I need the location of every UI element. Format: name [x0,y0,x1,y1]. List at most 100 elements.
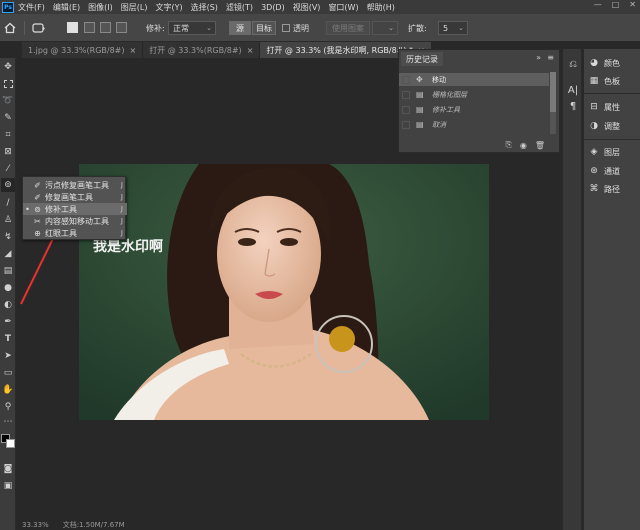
healing-brush-tool-item[interactable]: ✐ 修复画笔工具 J [23,191,127,203]
menu-edit[interactable]: 编辑(E) [53,2,80,13]
diffusion-select[interactable]: 5 ⌄ [438,21,468,35]
history-item[interactable]: ▤ 栅格化图层 [399,88,549,101]
close-window-icon[interactable]: ✕ [629,0,636,9]
flyout-item-label: 修补工具 [45,204,77,214]
panel-collapse-icon[interactable]: » [536,53,541,62]
content-aware-move-icon: ✂ [34,216,41,226]
dodge-tool-icon[interactable]: ◐ [1,298,15,312]
eyedropper-tool-icon[interactable]: ⁄ [1,162,15,176]
zoom-level[interactable]: 33.33% [22,521,49,529]
tab-document-1[interactable]: 1.jpg @ 33.3%(RGB/8#) × [22,42,144,58]
menu-type[interactable]: 文字(Y) [155,2,182,13]
history-icon[interactable]: ⎌ [565,57,581,71]
panel-tab-paths[interactable]: ⌘ 路径 [588,182,621,196]
frame-tool-icon[interactable]: ⊠ [1,145,15,159]
transparent-checkbox[interactable] [282,24,290,32]
history-checkbox[interactable] [402,105,410,114]
status-bar: 33.33% 文档:1.50M/7.67M [16,520,396,530]
patch-tool-icon[interactable]: ⊚ [1,178,15,192]
pen-tool-icon[interactable]: ✒ [1,315,15,329]
close-tab-icon[interactable]: × [247,46,254,55]
menu-file[interactable]: 文件(F) [18,2,45,13]
history-panel-title[interactable]: 历史记录 [401,52,443,66]
new-document-from-state-icon[interactable]: ⎘ [505,140,511,150]
character-icon[interactable]: A| [565,83,581,97]
maximize-icon[interactable]: □ [612,0,620,9]
path-select-tool-icon[interactable]: ➤ [1,349,15,363]
menu-image[interactable]: 图像(I) [88,2,113,13]
color-palette-icon: ◕ [590,58,598,68]
quick-mask-icon[interactable]: ◙ [1,462,15,476]
marquee-tool-icon[interactable] [1,77,15,91]
history-checkbox[interactable] [402,75,410,84]
patch-tool-item[interactable]: • ⊚ 修补工具 J [23,203,127,215]
content-aware-move-tool-item[interactable]: ✂ 内容感知移动工具 J [23,215,127,227]
stamp-tool-icon[interactable]: ♙ [1,213,15,227]
subtract-selection-button[interactable] [100,22,111,33]
history-item[interactable]: ▤ 修补工具 [399,103,549,116]
move-tool-icon[interactable]: ✥ [1,60,15,74]
more-tools-icon[interactable]: ⋯ [1,415,15,429]
crop-tool-icon[interactable]: ⌗ [1,128,15,142]
panel-menu-icon[interactable]: ≡ [547,53,554,62]
menu-window[interactable]: 窗口(W) [328,2,358,13]
history-checkbox[interactable] [402,90,410,99]
history-checkbox[interactable] [402,120,410,129]
menu-view[interactable]: 视图(V) [293,2,321,13]
history-brush-tool-icon[interactable]: ↯ [1,230,15,244]
menu-layer[interactable]: 图层(L) [121,2,148,13]
panel-tab-channels[interactable]: ⊛ 通道 [588,164,620,178]
quick-select-tool-icon[interactable]: ✎ [1,111,15,125]
history-scrollbar[interactable] [550,72,556,134]
scrollbar-thumb[interactable] [550,72,556,112]
zoom-tool-icon[interactable]: ⚲ [1,400,15,414]
transparent-option[interactable]: 透明 [282,21,309,35]
repair-mode-value: 正常 [173,23,189,33]
shape-tool-icon[interactable]: ▭ [1,366,15,380]
red-eye-tool-item[interactable]: ⊕ 红眼工具 J [23,227,127,239]
delete-state-icon[interactable]: 🗑 [535,141,545,150]
shortcut-key: J [120,229,123,237]
hand-tool-icon[interactable]: ✋ [1,383,15,397]
panel-tab-color[interactable]: ◕ 颜色 [588,56,620,70]
shortcut-key: J [120,181,123,189]
screen-mode-icon[interactable]: ▣ [1,479,15,493]
add-selection-button[interactable] [84,22,95,33]
color-swatches-icon[interactable] [1,434,15,448]
brush-tool-icon[interactable]: / [1,196,15,210]
blur-tool-icon[interactable]: ● [1,281,15,295]
use-pattern-button[interactable]: 使用图案 [326,21,370,35]
panel-tab-layers[interactable]: ◈ 图层 [588,145,620,159]
close-tab-icon[interactable]: × [130,46,137,55]
menu-select[interactable]: 选择(S) [191,2,218,13]
gradient-tool-icon[interactable]: ▤ [1,264,15,278]
selected-bullet: • [25,204,30,214]
history-item[interactable]: ✥ 移动 [399,73,549,86]
tab-document-2[interactable]: 打开 @ 33.3%(RGB/8#) × [143,42,261,58]
target-button[interactable]: 目标 [252,21,276,35]
lasso-tool-icon[interactable]: ➰ [1,94,15,108]
menu-filter[interactable]: 滤镜(T) [226,2,253,13]
minimize-icon[interactable]: — [594,0,602,9]
eraser-tool-icon[interactable]: ◢ [1,247,15,261]
camera-snapshot-icon[interactable]: ◉ [520,141,527,150]
menu-3d[interactable]: 3D(D) [261,3,285,12]
history-item[interactable]: ▤ 取消 [399,118,549,131]
type-tool-icon[interactable]: T [1,332,15,346]
panel-tab-properties[interactable]: ⊟ 属性 [588,100,620,114]
tool-preset-icon[interactable] [32,21,46,35]
new-selection-button[interactable] [67,22,78,33]
home-icon[interactable] [4,21,16,35]
source-button[interactable]: 源 [229,21,251,35]
document-size: 文档:1.50M/7.67M [62,521,125,529]
panel-tab-swatches[interactable]: ▦ 色板 [588,74,620,88]
paragraph-icon[interactable]: ¶ [565,99,581,113]
intersect-selection-button[interactable] [116,22,127,33]
panel-tab-adjustments[interactable]: ◑ 调整 [588,119,620,133]
repair-mode-select[interactable]: 正常 ⌄ [168,21,216,35]
document-icon: ▤ [416,90,424,99]
pattern-picker[interactable]: ⌄ [372,21,398,35]
spot-healing-brush-tool-item[interactable]: ✐ 污点修复画笔工具 J [23,179,127,191]
menu-help[interactable]: 帮助(H) [367,2,395,13]
canvas-photo[interactable] [79,164,489,420]
